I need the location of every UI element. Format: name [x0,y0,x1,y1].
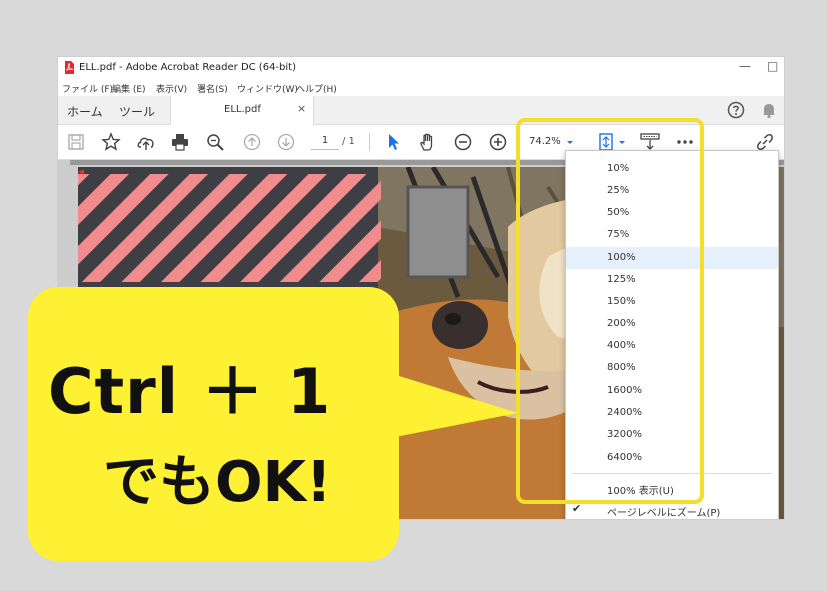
callout-ok-text: でもOK! [103,450,332,515]
callout-shortcut: Ctrl ＋ 1 [48,355,332,428]
